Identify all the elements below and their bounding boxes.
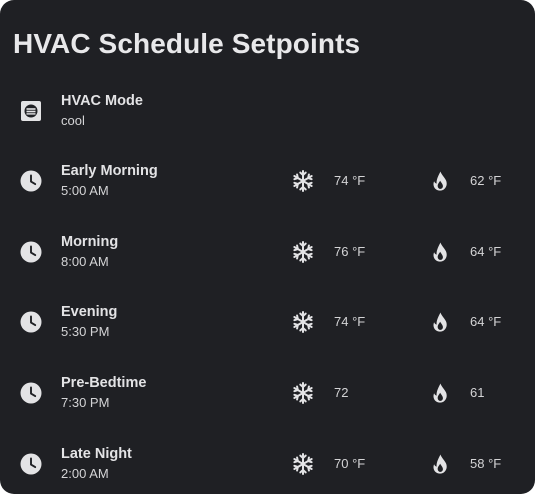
hvac-mode-row[interactable]: HVAC Mode cool <box>0 81 535 141</box>
snowflake-icon <box>291 381 315 405</box>
thermostat-mode-icon <box>20 100 42 122</box>
cool-setpoint: 74 °F <box>334 314 366 329</box>
fire-icon <box>428 452 452 476</box>
schedule-name: Morning <box>61 234 119 250</box>
clock-icon <box>20 170 42 192</box>
schedule-time: 7:30 PM <box>61 395 110 410</box>
schedule-time: 5:00 AM <box>61 183 109 198</box>
schedule-name: Late Night <box>61 446 132 462</box>
heat-setpoint: 61 <box>470 385 485 400</box>
hvac-schedule-card: HVAC Schedule Setpoints HVAC Mode cool E… <box>0 0 535 494</box>
schedule-row-late-night[interactable]: Late Night 2:00 AM 70 °F 58 °F <box>0 434 535 494</box>
cool-setpoint: 74 °F <box>334 173 366 188</box>
heat-setpoint: 58 °F <box>470 456 502 471</box>
cool-setpoint: 76 °F <box>334 244 366 259</box>
clock-icon <box>20 241 42 263</box>
fire-icon <box>428 381 452 405</box>
snowflake-icon <box>291 310 315 334</box>
schedule-name: Evening <box>61 304 118 320</box>
card-title: HVAC Schedule Setpoints <box>13 28 361 59</box>
heat-setpoint: 64 °F <box>470 314 502 329</box>
schedule-row-evening[interactable]: Evening 5:30 PM 74 °F 64 °F <box>0 292 535 352</box>
hvac-mode-label: HVAC Mode <box>61 93 143 109</box>
snowflake-icon <box>291 452 315 476</box>
schedule-time: 2:00 AM <box>61 466 109 481</box>
schedule-row-morning[interactable]: Morning 8:00 AM 76 °F 64 °F <box>0 222 535 282</box>
schedule-row-pre-bedtime[interactable]: Pre-Bedtime 7:30 PM 72 61 <box>0 363 535 423</box>
schedule-time: 8:00 AM <box>61 254 109 269</box>
clock-icon <box>20 311 42 333</box>
clock-icon <box>20 453 42 475</box>
fire-icon <box>428 169 452 193</box>
schedule-row-early-morning[interactable]: Early Morning 5:00 AM 74 °F 62 °F <box>0 151 535 211</box>
schedule-time: 5:30 PM <box>61 324 110 339</box>
heat-setpoint: 64 °F <box>470 244 502 259</box>
hvac-mode-value: cool <box>61 113 85 128</box>
snowflake-icon <box>291 169 315 193</box>
cool-setpoint: 72 <box>334 385 349 400</box>
fire-icon <box>428 240 452 264</box>
heat-setpoint: 62 °F <box>470 173 502 188</box>
schedule-name: Early Morning <box>61 163 158 179</box>
schedule-name: Pre-Bedtime <box>61 375 147 391</box>
snowflake-icon <box>291 240 315 264</box>
clock-icon <box>20 382 42 404</box>
cool-setpoint: 70 °F <box>334 456 366 471</box>
fire-icon <box>428 310 452 334</box>
